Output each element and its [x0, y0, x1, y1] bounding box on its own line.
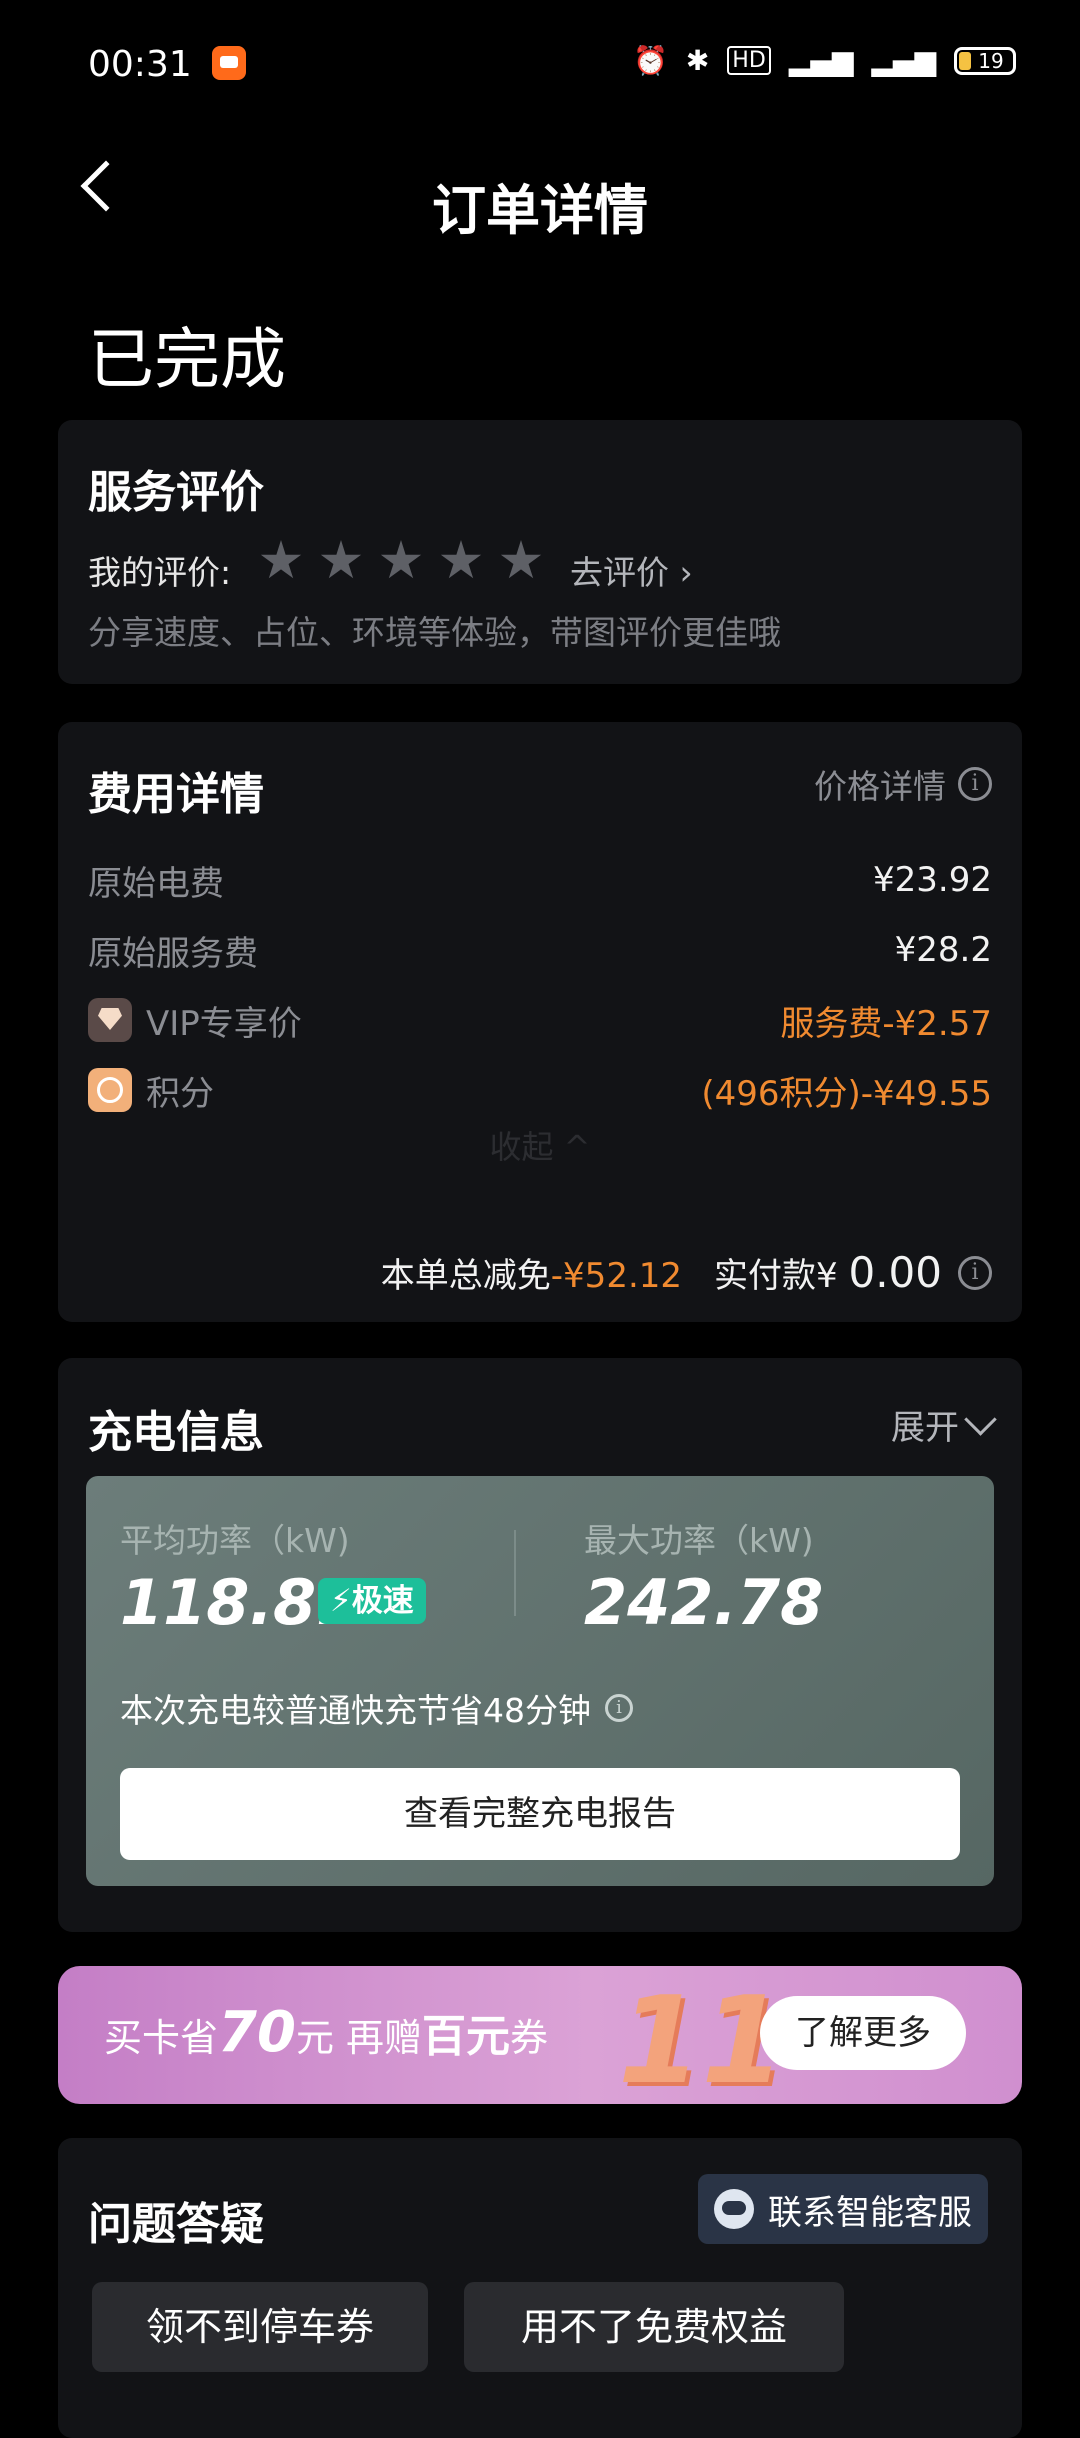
expand-toggle[interactable]: 展开 — [891, 1400, 997, 1449]
info-icon[interactable]: i — [605, 1694, 633, 1722]
charge-card: 充电信息 展开 平均功率（kW) 118.81 ⚡极速 最大功率（kW) 242… — [58, 1358, 1022, 1932]
star-icon[interactable] — [260, 540, 302, 579]
charge-summary-panel: 平均功率（kW) 118.81 ⚡极速 最大功率（kW) 242.78 本次充电… — [86, 1476, 994, 1886]
robot-icon — [714, 2189, 754, 2229]
bluetooth-icon: ✱ — [685, 44, 710, 77]
total-discount-label: 本单总减免 — [380, 1256, 551, 1296]
page-title: 订单详情 — [432, 179, 648, 242]
price-detail-link[interactable]: 价格详情 i — [814, 760, 992, 808]
total-row: 本单总减免-¥52.12 实付款¥ 0.00 i — [381, 1248, 992, 1297]
rating-title: 服务评价 — [88, 467, 264, 518]
fee-row: 原始服务费 ¥28.2 — [88, 926, 992, 974]
star-icon[interactable] — [500, 540, 542, 579]
faq-chip[interactable]: 用不了免费权益 — [464, 2282, 844, 2372]
contact-support-label[interactable]: 联系智能客服 — [768, 2185, 972, 2234]
rating-label: 我的评价: — [88, 553, 232, 592]
star-icon[interactable] — [440, 540, 482, 579]
app-notification-icon — [212, 46, 246, 80]
vip-diamond-icon — [88, 998, 132, 1042]
rating-card: 服务评价 我的评价: 去评价 › 分享速度、占位、环境等体验，带图评价更佳哦 — [58, 420, 1022, 684]
collapse-toggle[interactable]: 收起 ^ — [58, 1122, 1022, 1168]
signal-4g-icon: ▂▄▆ — [871, 44, 936, 77]
price-detail-label[interactable]: 价格详情 — [814, 760, 946, 808]
faq-card: 问题答疑 联系智能客服 领不到停车券 用不了免费权益 — [58, 2138, 1022, 2438]
fee-row: 积分 (496积分)-¥49.55 — [88, 1066, 992, 1114]
star-icon[interactable] — [320, 540, 362, 579]
total-discount-value: -¥52.12 — [550, 1256, 683, 1296]
time-saving-text: 本次充电较普通快充节省48分钟 — [120, 1691, 591, 1730]
fee-row: VIP专享价 服务费-¥2.57 — [88, 996, 992, 1044]
order-status: 已完成 — [88, 321, 286, 398]
rating-hint: 分享速度、占位、环境等体验，带图评价更佳哦 — [88, 613, 781, 652]
paid-label: 实付款¥ — [714, 1256, 838, 1296]
fee-value: ¥28.2 — [894, 930, 992, 970]
fee-value: 服务费-¥2.57 — [780, 1003, 992, 1044]
info-icon[interactable]: i — [958, 1255, 992, 1290]
contact-support-button[interactable]: 联系智能客服 — [698, 2174, 988, 2244]
time-saving-note: 本次充电较普通快充节省48分钟 i — [120, 1684, 633, 1732]
battery-icon: 19 — [954, 46, 1016, 75]
alarm-icon: ⏰ — [632, 44, 668, 77]
learn-more-button[interactable]: 了解更多 — [760, 1996, 966, 2070]
go-rate-link[interactable]: 去评价 › — [570, 546, 693, 594]
chevron-down-icon[interactable] — [964, 1403, 997, 1436]
fee-row: 原始电费 ¥23.92 — [88, 856, 992, 904]
promo-text: 买卡省70元 再赠百元券 — [104, 2000, 549, 2065]
max-power-value: 242.78 — [584, 1566, 824, 1639]
info-icon[interactable]: i — [958, 767, 992, 801]
fee-label: 原始服务费 — [88, 933, 258, 974]
points-icon — [88, 1068, 132, 1112]
star-rating[interactable] — [260, 540, 542, 582]
faq-title: 问题答疑 — [88, 2199, 264, 2250]
paid-value: 0.00 — [848, 1248, 942, 1297]
fee-label: 原始电费 — [88, 863, 224, 904]
hd-icon: HD — [727, 46, 771, 75]
star-icon[interactable] — [380, 540, 422, 579]
max-power-label: 最大功率（kW) — [584, 1521, 814, 1560]
expand-label[interactable]: 展开 — [891, 1400, 959, 1449]
fee-card: 费用详情 价格详情 i 原始电费 ¥23.92 原始服务费 ¥28.2 VIP专… — [58, 722, 1022, 1322]
faq-chip[interactable]: 领不到停车券 — [92, 2282, 428, 2372]
fee-value: ¥23.92 — [873, 860, 992, 900]
fast-charge-badge: ⚡极速 — [318, 1578, 426, 1624]
divider — [514, 1530, 516, 1616]
signal-4g-icon: ▂▄▆ — [788, 44, 854, 77]
avg-power-label: 平均功率（kW) — [120, 1521, 350, 1560]
charge-title: 充电信息 — [88, 1407, 264, 1458]
promo-banner[interactable]: 买卡省70元 再赠百元券 11 了解更多 — [58, 1966, 1022, 2104]
fee-title: 费用详情 — [88, 769, 264, 820]
fee-label: 积分 — [146, 1073, 214, 1114]
status-time: 00:31 — [88, 44, 192, 85]
fee-label: VIP专享价 — [146, 1003, 302, 1044]
view-report-button[interactable]: 查看完整充电报告 — [120, 1768, 960, 1860]
fee-value: (496积分)-¥49.55 — [701, 1073, 992, 1114]
status-icons: ⏰ ✱ HD ▂▄▆ ▂▄▆ 19 — [633, 44, 1016, 77]
